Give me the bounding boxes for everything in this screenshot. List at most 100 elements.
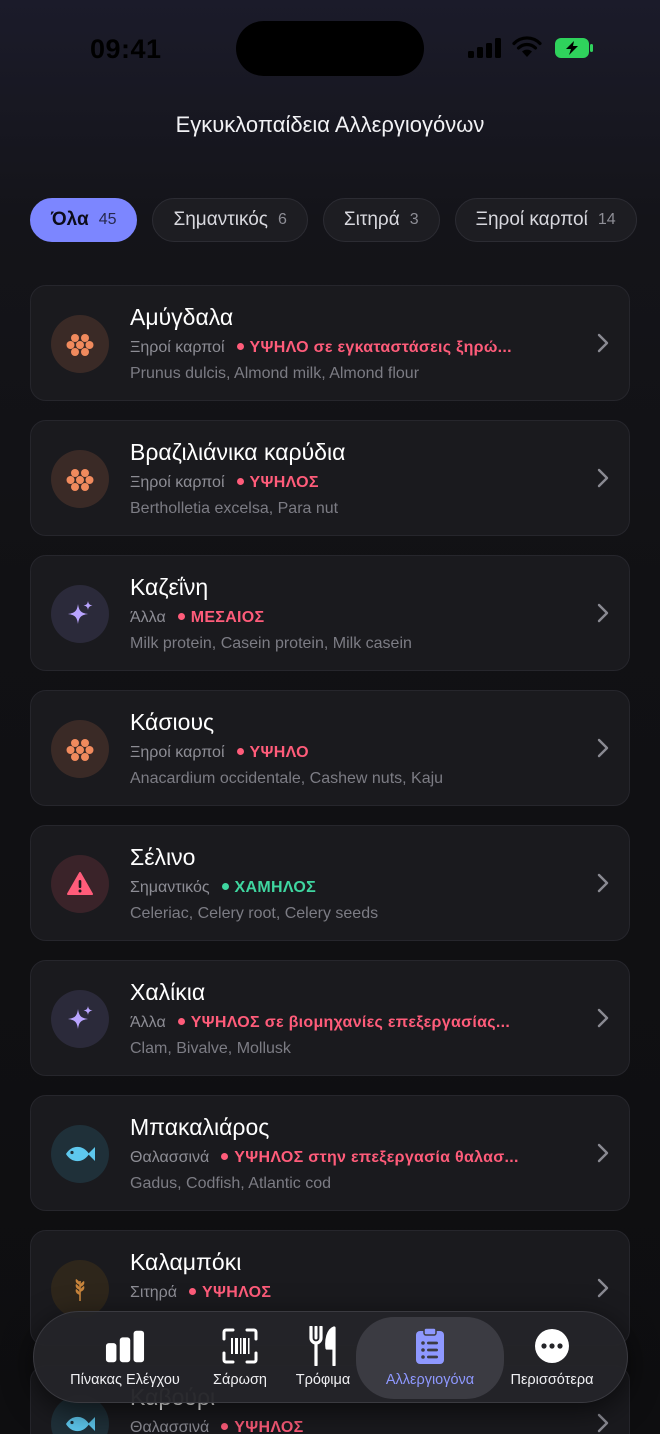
allergen-card[interactable]: Χαλίκια Άλλα ΥΨΗΛΟΣ σε βιομηχανίες επεξερ… <box>30 960 630 1076</box>
allergen-category: Θαλασσινά <box>130 1149 210 1166</box>
allergen-meta: Άλλα ΜΕΣΑΙΟΣ <box>130 609 264 627</box>
allergen-category: Σιτηρά <box>130 1284 178 1301</box>
risk-dot <box>177 1018 185 1026</box>
risk-dot <box>221 883 229 891</box>
allergen-meta: Σιτηρά ΥΨΗΛΟΣ <box>130 1284 271 1302</box>
allergen-card[interactable]: Αμύγδαλα Ξηροί καρποί ΥΨΗΛΟ σε εγκαταστάσ… <box>30 285 630 401</box>
allergen-risk: ΥΨΗΛΟΣ σε βιομηχανίες επεξεργασίας... <box>190 1014 511 1031</box>
nut-cluster-icon <box>51 315 109 373</box>
allergen-risk: ΥΨΗΛΟΣ <box>249 474 319 491</box>
allergen-risk: ΥΨΗΛΟΣ στην επεξεργασία θαλασ... <box>234 1149 519 1166</box>
filter-chip-count: 14 <box>597 211 616 228</box>
chevron-right-icon <box>597 1413 609 1433</box>
tab-label: Πίνακας Ελέγχου <box>70 1372 180 1388</box>
chevron-right-icon <box>597 873 609 893</box>
allergen-risk: ΥΨΗΛΟ σε εγκαταστάσεις ξηρώ... <box>249 339 512 356</box>
cellular-signal-icon <box>468 38 501 58</box>
sparkles-icon <box>51 585 109 643</box>
allergen-name: Χαλίκια <box>130 979 206 1005</box>
risk-dot <box>221 1153 229 1161</box>
bar-chart-icon <box>105 1326 145 1366</box>
chevron-right-icon <box>597 468 609 488</box>
chevron-right-icon <box>597 333 609 353</box>
fork-knife-icon <box>303 1326 343 1366</box>
battery-charging-icon <box>555 38 593 58</box>
tab-scan[interactable]: Σάρωση <box>204 1312 276 1404</box>
allergen-category: Άλλα <box>130 609 166 626</box>
allergen-category: Ξηροί καρποί <box>130 474 225 491</box>
filter-chip-label: Σιτηρά <box>343 209 400 230</box>
allergen-card[interactable]: Καζεΐνη Άλλα ΜΕΣΑΙΟΣ Milk protein, Casein… <box>30 555 630 671</box>
allergen-meta: Θαλασσινά ΥΨΗΛΟΣ στην επεξεργασία θαλασ..… <box>130 1149 519 1167</box>
allergen-aliases: Bertholletia excelsa, Para nut <box>130 500 339 517</box>
allergen-risk: ΜΕΣΑΙΟΣ <box>190 609 265 626</box>
allergen-meta: Σημαντικός ΧΑΜΗΛΟΣ <box>130 879 316 897</box>
nut-cluster-icon <box>51 450 109 508</box>
clipboard-list-icon <box>410 1326 450 1366</box>
chevron-right-icon <box>597 738 609 758</box>
filter-chip-label: Σημαντικός <box>173 209 268 230</box>
filter-chip-important[interactable]: Σημαντικός 6 <box>152 198 308 242</box>
status-bar: 09:41 <box>0 0 660 96</box>
allergen-aliases: Gadus, Codfish, Atlantic cod <box>130 1175 331 1192</box>
allergen-category: Άλλα <box>130 1014 166 1031</box>
allergen-name: Αμύγδαλα <box>130 304 234 330</box>
filter-chip-count: 45 <box>98 211 117 228</box>
allergen-risk: ΥΨΗΛΟ <box>249 744 309 761</box>
risk-dot <box>221 1423 229 1431</box>
tab-foods[interactable]: Τρόφιμα <box>288 1312 358 1404</box>
allergen-name: Μπακαλιάρος <box>130 1114 270 1140</box>
allergen-name: Καζεΐνη <box>130 574 209 600</box>
tab-label: Αλλεργιογόνα <box>385 1372 475 1388</box>
tab-label: Περισσότερα <box>510 1372 594 1388</box>
filter-chip-label: Όλα <box>51 209 89 230</box>
allergen-aliases: Celeriac, Celery root, Celery seeds <box>130 905 379 922</box>
nut-cluster-icon <box>51 720 109 778</box>
wifi-icon <box>512 36 542 57</box>
allergen-risk: ΧΑΜΗΛΟΣ <box>234 879 317 896</box>
tab-dashboard[interactable]: Πίνακας Ελέγχου <box>54 1312 196 1404</box>
allergen-risk: ΥΨΗΛΟΣ <box>202 1284 272 1301</box>
allergen-aliases: Anacardium occidentale, Cashew nuts, Kaj… <box>130 770 444 787</box>
barcode-scan-icon <box>220 1326 260 1366</box>
allergen-meta: Θαλασσινά ΥΨΗΛΟΣ <box>130 1419 304 1434</box>
page-title: Εγκυκλοπαίδεια Αλλεργιογόνων <box>175 112 485 137</box>
chevron-right-icon <box>597 603 609 623</box>
risk-dot <box>236 478 244 486</box>
tab-more[interactable]: Περισσότερα <box>502 1312 602 1404</box>
allergen-name: Κάσιους <box>130 709 215 735</box>
chevron-right-icon <box>597 1008 609 1028</box>
allergen-card[interactable]: Βραζιλιάνικα καρύδια Ξηροί καρποί ΥΨΗΛΟΣ … <box>30 420 630 536</box>
allergen-aliases: Clam, Bivalve, Mollusk <box>130 1040 291 1057</box>
allergen-meta: Ξηροί καρποί ΥΨΗΛΟ <box>130 744 309 762</box>
risk-dot <box>236 748 244 756</box>
more-ellipsis-icon <box>532 1326 572 1366</box>
sparkles-icon <box>51 990 109 1048</box>
allergen-meta: Ξηροί καρποί ΥΨΗΛΟ σε εγκαταστάσεις ξηρώ.… <box>130 339 512 357</box>
allergen-name: Σέλινο <box>130 844 196 870</box>
allergen-category: Θαλασσινά <box>130 1419 210 1434</box>
risk-dot <box>236 343 244 351</box>
allergen-name: Καλαμπόκι <box>130 1249 242 1275</box>
fish-icon <box>51 1125 109 1183</box>
status-time: 09:41 <box>90 34 162 64</box>
warning-triangle-icon <box>51 855 109 913</box>
tab-allergens[interactable]: Αλλεργιογόνα <box>356 1317 504 1399</box>
chevron-right-icon <box>597 1278 609 1298</box>
chevron-right-icon <box>597 1143 609 1163</box>
filter-chip-nuts[interactable]: Ξηροί καρποί 14 <box>454 198 637 242</box>
allergen-card[interactable]: Κάσιους Ξηροί καρποί ΥΨΗΛΟ Anacardium occ… <box>30 690 630 806</box>
allergen-aliases: Prunus dulcis, Almond milk, Almond flour <box>130 365 420 382</box>
allergen-name: Βραζιλιάνικα καρύδια <box>130 439 346 465</box>
filter-chip-count: 3 <box>409 211 419 228</box>
allergen-card[interactable]: Σέλινο Σημαντικός ΧΑΜΗΛΟΣ Celeriac, Celer… <box>30 825 630 941</box>
risk-dot <box>177 613 185 621</box>
filter-chip-all[interactable]: Όλα 45 <box>30 198 138 242</box>
allergen-category: Ξηροί καρποί <box>130 339 225 356</box>
wheat-icon <box>51 1260 109 1318</box>
filter-chip-label: Ξηροί καρποί <box>475 209 588 230</box>
filter-chip-grains[interactable]: Σιτηρά 3 <box>322 198 440 242</box>
risk-dot <box>189 1288 197 1296</box>
allergen-meta: Ξηροί καρποί ΥΨΗΛΟΣ <box>130 474 319 492</box>
allergen-card[interactable]: Μπακαλιάρος Θαλασσινά ΥΨΗΛΟΣ στην επεξεργ… <box>30 1095 630 1211</box>
